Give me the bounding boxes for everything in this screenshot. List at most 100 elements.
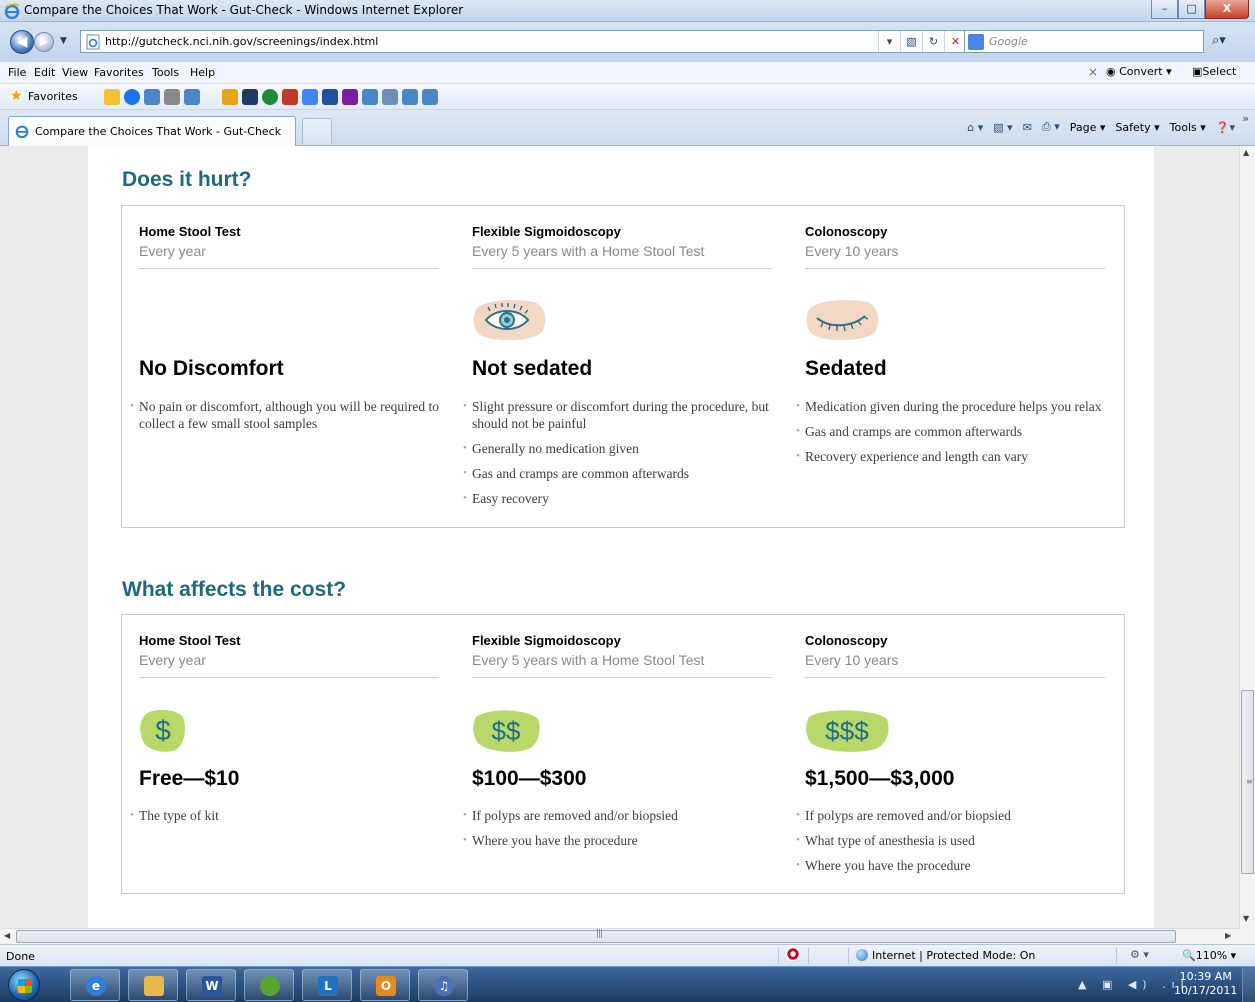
new-tab-button[interactable] bbox=[302, 118, 332, 144]
url-text[interactable]: http://gutcheck.nci.nih.gov/screenings/i… bbox=[105, 35, 378, 48]
tray-icons[interactable]: ▲ ▣ ◀) .ıl bbox=[1078, 978, 1190, 991]
address-bar[interactable]: http://gutcheck.nci.nih.gov/screenings/i… bbox=[80, 30, 880, 53]
protected-mode-icon[interactable]: ⚙ ▾ bbox=[1130, 948, 1149, 961]
taskbar-itunes[interactable]: ♫ bbox=[418, 969, 468, 1001]
search-icon[interactable]: ⌕▾ bbox=[1212, 33, 1226, 48]
divider bbox=[139, 268, 439, 269]
cost-range-heading: $1,500—$3,000 bbox=[805, 767, 955, 790]
menu-file[interactable]: File bbox=[8, 66, 26, 79]
convert-button[interactable]: ◉ Convert ▾ bbox=[1106, 65, 1172, 78]
mail-icon[interactable] bbox=[382, 89, 398, 105]
list-item: If polyps are removed and/or biopsied bbox=[463, 807, 773, 824]
divider bbox=[805, 268, 1105, 269]
globe-icon[interactable] bbox=[124, 89, 140, 105]
scroll-down-icon[interactable]: ▼ bbox=[1243, 914, 1249, 923]
forward-button[interactable]: ▶ bbox=[34, 32, 54, 52]
maximize-button[interactable]: □ bbox=[1178, 0, 1205, 19]
recent-pages-dropdown-icon[interactable]: ▼ bbox=[60, 36, 67, 46]
zoom-level[interactable]: 🔍110% ▾ bbox=[1182, 949, 1236, 962]
ie-page-icon[interactable] bbox=[362, 89, 378, 105]
privacy-report-icon[interactable] bbox=[786, 947, 800, 961]
favorites-star-icon[interactable]: ★ bbox=[10, 89, 23, 103]
link-icon[interactable] bbox=[164, 89, 180, 105]
close-window-button[interactable]: X bbox=[1205, 0, 1249, 19]
menu-edit[interactable]: Edit bbox=[34, 66, 55, 79]
lync-icon: L bbox=[318, 976, 338, 996]
taskbar-messenger[interactable] bbox=[244, 969, 294, 1001]
tools-menu[interactable]: Tools ▾ bbox=[1170, 121, 1206, 134]
select-button[interactable]: ▣Select bbox=[1192, 65, 1236, 78]
clock[interactable]: 10:39 AM 10/17/2011 bbox=[1174, 970, 1237, 998]
dropdown-icon[interactable]: ▾ bbox=[878, 31, 900, 52]
compatibility-view-icon[interactable]: ▧ bbox=[900, 31, 922, 52]
scroll-left-icon[interactable]: ◀ bbox=[4, 931, 10, 940]
h-icon[interactable] bbox=[322, 89, 338, 105]
globe-icon[interactable] bbox=[262, 89, 278, 105]
bullet-list: Slight pressure or discomfort during the… bbox=[463, 398, 773, 515]
refresh-icon[interactable]: ↻ bbox=[922, 31, 944, 52]
test-name: Colonoscopy bbox=[805, 224, 888, 239]
discomfort-heading: No Discomfort bbox=[139, 357, 284, 380]
taskbar-word[interactable]: W bbox=[186, 969, 236, 1001]
ie-page-icon[interactable] bbox=[422, 89, 438, 105]
tab-gut-check[interactable]: Compare the Choices That Work - Gut-Chec… bbox=[8, 116, 296, 146]
home-icon[interactable]: ⌂ ▾ bbox=[967, 121, 983, 134]
divider bbox=[778, 948, 779, 964]
people-icon bbox=[260, 976, 280, 996]
read-mail-icon[interactable]: ✉ bbox=[1023, 121, 1032, 134]
clock-date: 10/17/2011 bbox=[1174, 984, 1238, 997]
vertical-scroll-thumb[interactable]: ≡ bbox=[1241, 690, 1254, 874]
closed-eye-icon bbox=[806, 300, 879, 341]
bookmark-icon[interactable] bbox=[222, 89, 238, 105]
horizontal-scrollbar[interactable]: ◀ ||| ▶ bbox=[0, 928, 1239, 944]
menu-view[interactable]: View bbox=[62, 66, 88, 79]
scroll-right-icon[interactable]: ▶ bbox=[1225, 931, 1231, 940]
taskbar-explorer[interactable] bbox=[128, 969, 178, 1001]
sedation-heading: Not sedated bbox=[472, 357, 593, 380]
menu-tools[interactable]: Tools bbox=[152, 66, 179, 79]
status-bar: Done Internet | Protected Mode: On ⚙ ▾ 🔍… bbox=[0, 944, 1255, 966]
taskbar-lync[interactable]: L bbox=[302, 969, 352, 1001]
scroll-up-icon[interactable]: ▲ bbox=[1243, 148, 1249, 157]
security-zone[interactable]: Internet | Protected Mode: On bbox=[856, 949, 1035, 962]
favorites-label[interactable]: Favorites bbox=[28, 90, 78, 103]
chat-icon[interactable] bbox=[282, 89, 298, 105]
list-item: Where you have the procedure bbox=[463, 832, 773, 849]
show-desktop-button[interactable] bbox=[1242, 967, 1255, 1002]
ie-logo-icon: e bbox=[86, 976, 106, 996]
tools-menu-label: Tools bbox=[1169, 120, 1197, 134]
help-icon[interactable]: ❓▾ bbox=[1216, 121, 1235, 134]
windows-logo-icon bbox=[18, 979, 32, 993]
security-zone-label: Internet | Protected Mode: On bbox=[872, 949, 1036, 962]
yahoo-icon[interactable] bbox=[342, 89, 358, 105]
minimize-button[interactable]: – bbox=[1151, 0, 1178, 19]
start-button[interactable] bbox=[8, 969, 40, 1001]
taskbar-outlook[interactable]: O bbox=[360, 969, 410, 1001]
list-item: Medication given during the procedure he… bbox=[796, 398, 1106, 415]
list-item: If polyps are removed and/or biopsied bbox=[796, 807, 1106, 824]
feeds-icon[interactable]: ▧ ▾ bbox=[993, 121, 1012, 134]
cost-section-title: What affects the cost? bbox=[122, 578, 347, 601]
page-menu[interactable]: Page ▾ bbox=[1070, 121, 1106, 134]
ie-page-icon[interactable] bbox=[184, 89, 200, 105]
menu-bar: File Edit View Favorites Tools Help × ◉ … bbox=[0, 62, 1255, 84]
menu-help[interactable]: Help bbox=[190, 66, 215, 79]
vertical-scrollbar[interactable]: ▲ ≡ ▼ bbox=[1239, 146, 1255, 928]
ie-page-icon[interactable] bbox=[402, 89, 418, 105]
stop-icon[interactable]: ✕ bbox=[944, 31, 966, 52]
menu-favorites[interactable]: Favorites bbox=[94, 66, 144, 79]
safety-menu[interactable]: Safety ▾ bbox=[1115, 121, 1159, 134]
taskbar-internet-explorer[interactable]: e bbox=[70, 969, 120, 1001]
site-icon[interactable] bbox=[242, 89, 258, 105]
print-icon[interactable]: ⎙ ▾ bbox=[1042, 120, 1060, 134]
page-icon bbox=[86, 34, 100, 50]
back-button[interactable]: ◀ bbox=[10, 30, 34, 54]
close-toolbar-icon[interactable]: × bbox=[1088, 65, 1098, 79]
google-icon[interactable] bbox=[302, 89, 318, 105]
more-chevron-icon[interactable]: » bbox=[1242, 112, 1249, 125]
add-favorite-icon[interactable] bbox=[104, 89, 120, 105]
test-name: Colonoscopy bbox=[805, 633, 888, 648]
ie-page-icon[interactable] bbox=[144, 89, 160, 105]
search-input[interactable]: Google bbox=[964, 30, 1204, 53]
list-item: What type of anesthesia is used bbox=[796, 832, 1106, 849]
